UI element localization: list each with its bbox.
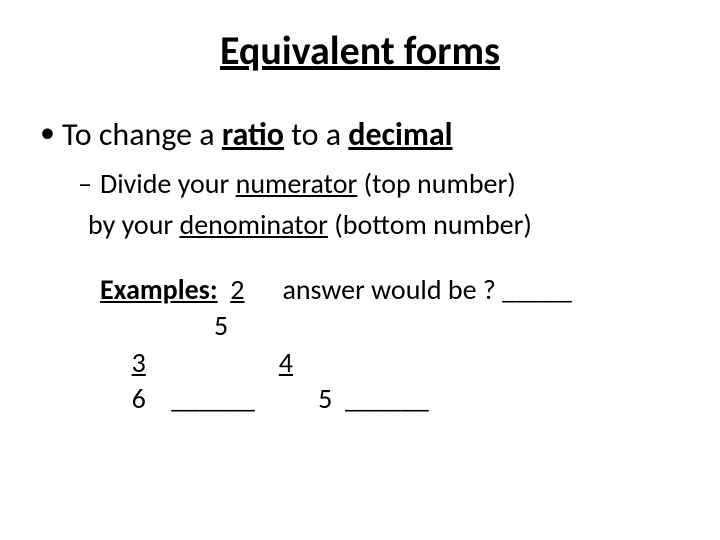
fraction-2-denominator: 6 [132,381,146,416]
slide: Equivalent forms To change a ratio to a … [0,0,720,540]
fraction-2-numerator: 3 [132,345,146,380]
bullet-level-2: Divide your numerator (top number) [40,166,680,201]
examples-block: Examples: 2 answer would be ? _____ 5 3 … [40,272,680,418]
fraction-3-numerator: 4 [279,345,293,380]
examples-row-2: 5 [100,308,680,344]
text-decimal: decimal [348,115,452,154]
page-title: Equivalent forms [40,26,680,75]
text: (top number) [357,166,515,201]
text: Divide your [100,166,236,201]
examples-row-3: 3 4 [100,345,680,381]
fraction-1-numerator: 2 [230,272,244,307]
examples-row-4: 6 ______ 5 ______ [100,381,680,417]
text-ratio: ratio [222,115,284,154]
text: (bottom number) [328,207,532,242]
answer-1-text: answer would be ? _____ [282,272,571,307]
bullet-level-2-cont: by your denominator (bottom number) [40,207,680,242]
examples-label: Examples: [100,272,218,307]
bullet-level-1: To change a ratio to a decimal [40,115,680,154]
examples-row-1: Examples: 2 answer would be ? _____ [100,272,680,308]
fraction-1-denominator: 5 [214,308,228,343]
text: by your [88,207,180,242]
text: to a [284,115,348,154]
text: To change a [62,115,222,154]
text-numerator: numerator [236,166,358,201]
blank-2: ______ [171,381,255,416]
fraction-3-denominator: 5 [318,381,332,416]
text-denominator: denominator [180,207,328,242]
blank-3: ______ [345,381,429,416]
